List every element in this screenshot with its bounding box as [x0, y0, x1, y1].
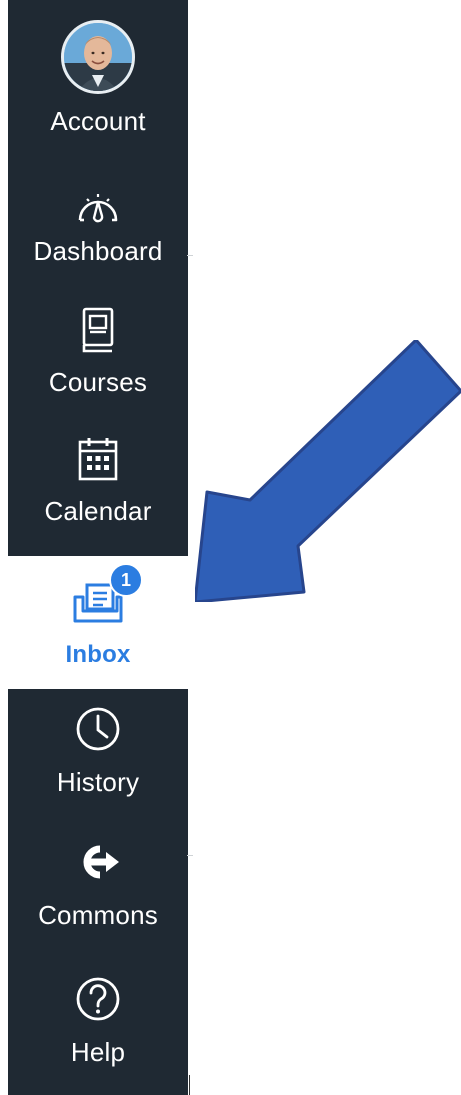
nav-item-label: Commons — [38, 900, 158, 930]
nav-item-account[interactable]: Account — [8, 20, 188, 148]
nav-item-help[interactable]: Help — [8, 975, 188, 1075]
nav-item-label: Account — [50, 106, 146, 136]
help-icon — [74, 975, 122, 1023]
nav-item-history[interactable]: History — [8, 705, 188, 805]
nav-item-courses[interactable]: Courses — [8, 307, 188, 407]
nav-item-label: Dashboard — [33, 236, 163, 266]
nav-item-calendar[interactable]: Calendar — [8, 436, 188, 540]
unread-count-badge: 1 — [109, 563, 143, 597]
commons-icon — [74, 842, 122, 882]
nav-item-label: Courses — [48, 367, 148, 397]
nav-item-inbox[interactable]: 1 Inbox — [8, 563, 188, 677]
nav-item-commons[interactable]: Commons — [8, 842, 188, 940]
nav-item-label: Calendar — [44, 496, 152, 526]
book-icon — [80, 307, 116, 353]
avatar — [61, 20, 135, 94]
nav-item-label: Inbox — [65, 641, 131, 668]
guide-tick — [189, 1075, 190, 1095]
pointer-arrow-icon — [195, 340, 461, 602]
calendar-icon — [77, 436, 119, 482]
nav-item-label: History — [56, 767, 140, 797]
nav-item-dashboard[interactable]: Dashboard — [8, 190, 188, 280]
clock-icon — [74, 705, 122, 753]
speedometer-icon — [76, 190, 120, 226]
nav-item-label: Help — [70, 1037, 126, 1067]
